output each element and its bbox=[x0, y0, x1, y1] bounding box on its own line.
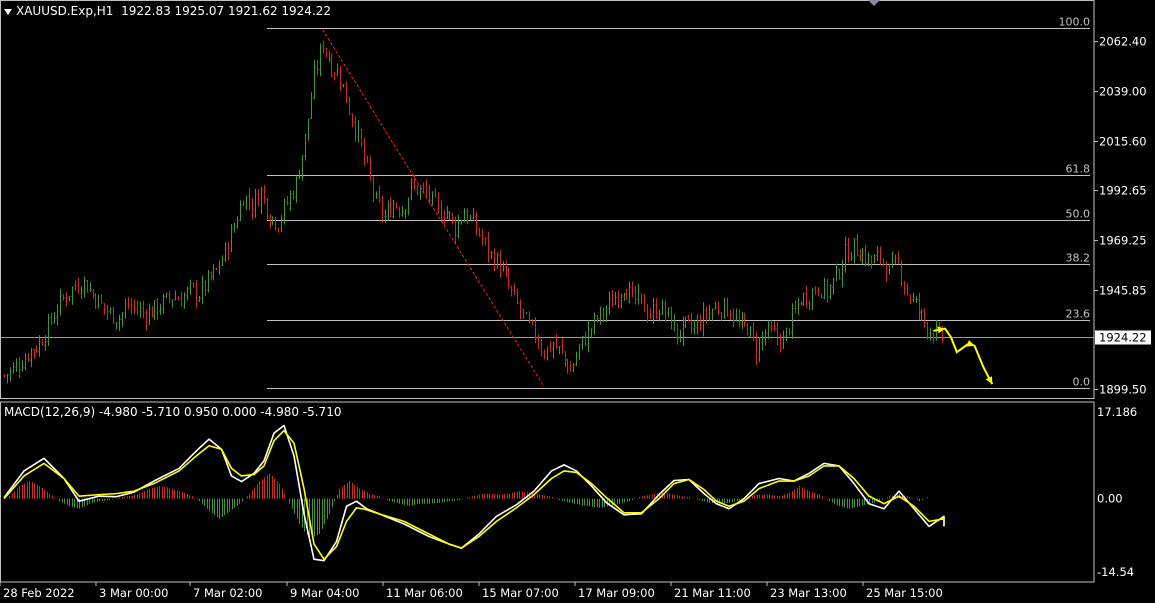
y-tick-label: 1969.25 bbox=[1099, 234, 1147, 248]
x-tick-label: 3 Mar 00:00 bbox=[99, 586, 168, 600]
y-tick-label: 2062.40 bbox=[1099, 35, 1147, 49]
x-tick-label: 7 Mar 02:00 bbox=[193, 586, 262, 600]
arrow-head-icon bbox=[937, 326, 946, 334]
x-tick-label: 28 Feb 2022 bbox=[3, 586, 75, 600]
fib-level-label: 50.0 bbox=[1066, 208, 1091, 221]
price-panel-border bbox=[0, 0, 1095, 399]
scroll-marker-icon bbox=[868, 0, 880, 6]
trend-line bbox=[322, 29, 545, 387]
y-tick-label: 1899.50 bbox=[1099, 383, 1147, 397]
y-tick-label: 1945.85 bbox=[1099, 284, 1147, 298]
macd-header: MACD(12,26,9) -4.980 -5.710 0.950 0.000 … bbox=[4, 406, 341, 418]
price-panel: 100.0 61.8 50.0 38.2 23.6 0.0 bbox=[0, 16, 1094, 389]
chart-canvas: 100.0 61.8 50.0 38.2 23.6 0.0 2062.40 2039.00 2… bbox=[0, 0, 1151, 600]
current-price-label: 1924.22 bbox=[1099, 331, 1147, 345]
x-tick-label: 25 Mar 15:00 bbox=[866, 586, 943, 600]
fib-level-label: 61.8 bbox=[1066, 163, 1091, 176]
ohlc-label: 1922.83 1925.07 1921.62 1924.22 bbox=[121, 4, 332, 18]
macd-y-tick-label: 0.00 bbox=[1097, 492, 1123, 506]
dropdown-triangle-icon[interactable] bbox=[4, 8, 12, 15]
fib-level-label: 100.0 bbox=[1059, 16, 1091, 29]
y-tick-label: 2015.60 bbox=[1099, 135, 1147, 149]
macd-y-tick-label: 17.186 bbox=[1097, 405, 1137, 419]
y-tick-label: 1992.65 bbox=[1099, 184, 1147, 198]
arrow-head-icon bbox=[966, 340, 975, 347]
x-tick-label: 9 Mar 04:00 bbox=[290, 586, 359, 600]
chart-header: XAUUSD.Exp,H1 1922.83 1925.07 1921.62 19… bbox=[4, 5, 331, 17]
macd-y-tick-label: -14.54 bbox=[1097, 565, 1134, 579]
fib-level-label: 23.6 bbox=[1066, 308, 1091, 321]
x-tick-label: 17 Mar 09:00 bbox=[578, 586, 655, 600]
y-tick-label: 2039.00 bbox=[1099, 85, 1147, 99]
fib-level-label: 38.2 bbox=[1066, 252, 1091, 265]
symbol-label: XAUUSD.Exp,H1 bbox=[16, 4, 114, 18]
x-tick-label: 23 Mar 13:00 bbox=[770, 586, 847, 600]
macd-label: MACD(12,26,9) -4.980 -5.710 0.950 0.000 … bbox=[4, 405, 342, 419]
x-tick-label: 11 Mar 06:00 bbox=[386, 586, 463, 600]
macd-panel bbox=[3, 424, 945, 562]
fib-level-label: 0.0 bbox=[1073, 376, 1091, 389]
x-tick-label: 21 Mar 11:00 bbox=[674, 586, 751, 600]
x-tick-label: 15 Mar 07:00 bbox=[482, 586, 559, 600]
